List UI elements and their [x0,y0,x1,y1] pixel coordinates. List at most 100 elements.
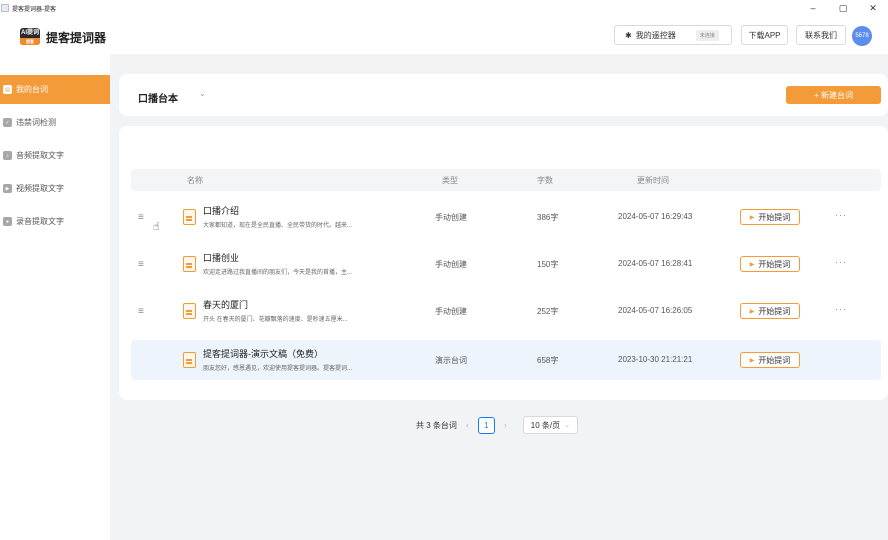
sidebar-item-audio-extract[interactable]: ♪ 音频提取文字 [0,141,110,170]
row-updated: 2023-10-30 21:21:21 [618,355,693,364]
audio-icon: ♪ [3,151,12,160]
more-icon[interactable]: ··· [835,210,847,220]
start-prompt-button[interactable]: ▶ 开始提词 [740,209,800,225]
sidebar-item-label: 视频提取文字 [16,184,64,193]
sidebar-item-label: 录音提取文字 [16,217,64,226]
file-icon [183,352,196,368]
check-icon: ✓ [3,118,12,127]
sidebar-item-video-extract[interactable]: ▶ 视频提取文字 [0,174,110,203]
row-description: 开头 在春天的厦门、花瓣飘落的速度、是秒速五厘米... [203,317,348,323]
document-icon: ▤ [3,85,12,94]
row-name: 提客提词器-演示文稿（免费） [203,349,323,359]
sidebar-item-label: 违禁词检测 [16,118,56,127]
logo-text: AI提词 [20,30,39,36]
page-size-value: 10 条/页 [530,420,561,430]
remote-label: 我的遥控器 [635,30,676,40]
row-updated: 2024-05-07 16:28:41 [618,259,693,268]
prev-page-icon[interactable]: ‹ [466,420,469,430]
hand-cursor-icon: ☝ [153,221,160,233]
table-row[interactable]: 提客提词器-演示文稿（免费） 朋友您好，感恩遇见，欢迎使用提客提词器。提客提词.… [131,340,881,380]
play-icon: ▶ [749,308,755,315]
row-name: 口播介绍 [203,206,240,216]
start-prompt-label: 开始提词 [758,259,791,269]
row-description: 朋友您好，感恩遇见，欢迎使用提客提词器。提客提词... [203,366,353,372]
pagination: 共 3 条台词 ‹ 1 › 10 条/页 ⌄ [416,415,578,435]
row-type: 手动创建 [435,260,467,269]
row-description: 大家都知道，现在是全民直播、全民带货的时代。越来... [203,223,353,229]
download-app-button[interactable]: 下载APP [741,25,788,45]
row-type: 手动创建 [435,213,467,222]
start-prompt-label: 开始提词 [758,355,791,365]
column-type: 类型 [442,176,458,185]
next-page-icon[interactable]: › [504,420,507,430]
app-window-icon [1,4,9,12]
play-icon: ▶ [749,261,755,268]
row-count: 386字 [537,213,559,222]
chevron-down-icon: ⌄ [564,422,571,429]
sidebar: ▤ 我的台词 ✓ 违禁词检测 ♪ 音频提取文字 ▶ 视频提取文字 ● 录音提取文… [0,54,110,540]
pagination-total: 共 3 条台词 [416,420,457,430]
table-header: 名称 类型 字数 更新时间 [131,169,881,191]
row-updated: 2024-05-07 16:26:05 [618,306,693,315]
row-count: 252字 [537,307,559,316]
more-icon[interactable]: ··· [835,304,847,314]
microphone-icon: ● [3,217,12,226]
table-row[interactable]: ≡ 春天的厦门 开头 在春天的厦门、花瓣飘落的速度、是秒速五厘米... 手动创建… [131,291,881,331]
bluetooth-icon: ✱ [625,30,632,40]
remote-control-button[interactable]: ✱ 我的遥控器 未连接 [614,25,732,45]
column-name: 名称 [187,176,203,185]
drag-handle-icon[interactable]: ≡ [138,259,144,270]
new-script-button[interactable]: + 新建台词 [786,86,881,104]
sidebar-item-banned-words[interactable]: ✓ 违禁词检测 [0,108,110,137]
start-prompt-button[interactable]: ▶ 开始提词 [740,303,800,319]
row-name: 口播创业 [203,253,240,263]
drag-handle-icon[interactable]: ≡ [138,306,144,317]
page-size-select[interactable]: 10 条/页 ⌄ [522,416,578,434]
start-prompt-button[interactable]: ▶ 开始提词 [740,256,800,272]
sidebar-item-recording-extract[interactable]: ● 录音提取文字 [0,207,110,236]
maximize-icon[interactable]: ▢ [828,0,858,16]
row-updated: 2024-05-07 16:29:43 [618,212,693,221]
row-description: 欢迎走进路过我直播间的朋友们，今天是我的首播，主... [203,270,353,276]
sidebar-item-my-scripts[interactable]: ▤ 我的台词 [0,75,110,104]
file-icon [183,209,196,225]
logo-icon: AI提词 提客 [20,28,40,45]
window-controls: – ▢ ✕ [798,0,888,16]
play-icon: ▶ [749,214,755,221]
file-icon [183,303,196,319]
sidebar-item-label: 音频提取文字 [16,151,64,160]
file-icon [183,256,196,272]
logo-sub: 提客 [20,38,40,45]
table-row[interactable]: ≡ 口播介绍 大家都知道，现在是全民直播、全民带货的时代。越来... 手动创建 … [131,197,881,237]
play-icon: ▶ [749,357,755,364]
close-icon[interactable]: ✕ [858,0,888,16]
more-icon[interactable]: ··· [835,257,847,267]
row-type: 演示台词 [435,356,467,365]
script-header-card: 口播台本 ⌄ + 新建台词 [119,74,888,116]
start-prompt-button[interactable]: ▶ 开始提词 [740,352,800,368]
minimize-icon[interactable]: – [798,0,828,16]
sidebar-item-label: 我的台词 [16,85,48,94]
avatar[interactable]: 5678 [852,26,872,46]
drag-handle-icon[interactable]: ≡ [138,212,144,223]
window-titlebar: 提客提词器-提客 – ▢ ✕ [0,0,888,16]
column-count: 字数 [537,176,553,185]
page-number-button[interactable]: 1 [477,416,495,434]
script-list-card: 名称 类型 字数 更新时间 ≡ 口播介绍 大家都知道，现在是全民直播、全民带货的… [119,126,888,400]
video-icon: ▶ [3,184,12,193]
main-content: 口播台本 ⌄ + 新建台词 名称 类型 字数 更新时间 ≡ 口播介绍 大家都知道… [110,54,888,540]
row-count: 658字 [537,356,559,365]
row-count: 150字 [537,260,559,269]
chevron-down-icon[interactable]: ⌄ [199,89,206,98]
app-header: AI提词 提客 提客提词器 ✱ 我的遥控器 未连接 下载APP 联系我们 567… [0,16,888,54]
row-name: 春天的厦门 [203,300,249,310]
start-prompt-label: 开始提词 [758,306,791,316]
app-name: 提客提词器 [46,31,107,45]
row-type: 手动创建 [435,307,467,316]
window-title: 提客提词器-提客 [12,6,56,13]
page-title[interactable]: 口播台本 [138,90,178,105]
column-updated: 更新时间 [637,176,669,185]
start-prompt-label: 开始提词 [758,212,791,222]
table-row[interactable]: ≡ 口播创业 欢迎走进路过我直播间的朋友们，今天是我的首播，主... 手动创建 … [131,244,881,284]
contact-us-button[interactable]: 联系我们 [796,25,846,45]
